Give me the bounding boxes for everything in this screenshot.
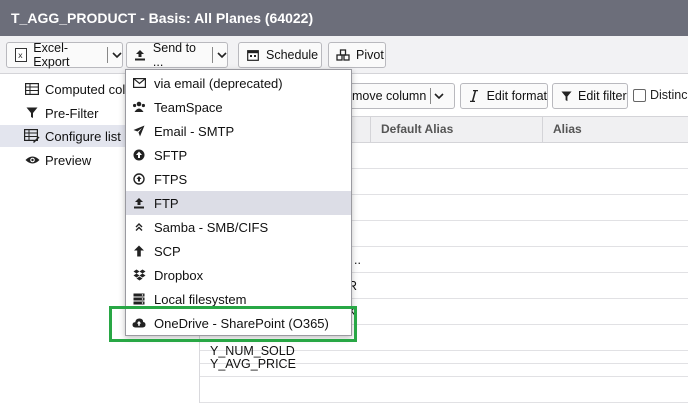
edit-format-label: Edit format (486, 89, 547, 103)
edit-format-button[interactable]: Edit format (460, 83, 548, 109)
send-to-menu: via email (deprecated) TeamSpace Email -… (125, 69, 352, 336)
table-icon (24, 83, 40, 95)
pivot-button[interactable]: Pivot (328, 42, 386, 68)
schedule-label: Schedule (266, 48, 319, 62)
circle-arrow-up-outline-icon (132, 173, 146, 185)
menu-item-label: Local filesystem (154, 291, 247, 307)
table-row[interactable]: Y_AVG_PRICE (200, 351, 688, 377)
remove-column-button[interactable]: emove column (340, 83, 455, 109)
menu-item-onedrive-sharepoint[interactable]: OneDrive - SharePoint (O365) (126, 311, 351, 335)
menu-item-label: via email (deprecated) (154, 75, 283, 91)
server-icon (132, 293, 146, 305)
italic-icon (467, 90, 481, 102)
menu-item-label: SCP (154, 243, 181, 259)
menu-item-via-email[interactable]: via email (deprecated) (126, 71, 351, 95)
distinct-label: Distinc (650, 88, 688, 102)
table-edit-icon (24, 129, 40, 143)
menu-item-label: OneDrive - SharePoint (O365) (154, 315, 329, 331)
menu-item-scp[interactable]: SCP (126, 239, 351, 263)
menu-item-label: FTP (154, 195, 179, 211)
edit-filter-label: Edit filter (578, 89, 627, 103)
cloud-upload-icon (132, 318, 146, 328)
svg-text:x: x (18, 51, 23, 60)
eye-icon (24, 155, 40, 165)
users-icon (132, 101, 146, 113)
menu-item-samba[interactable]: Samba - SMB/CIFS (126, 215, 351, 239)
sidebar-item-label: Computed col (45, 81, 126, 97)
menu-item-label: SFTP (154, 147, 188, 163)
send-to-button[interactable]: Send to ... (126, 41, 228, 69)
distinct-checkbox-group[interactable]: Distinc (633, 88, 688, 102)
upload-icon (132, 197, 146, 209)
calendar-icon (245, 49, 261, 61)
arrow-up-icon (132, 245, 146, 257)
column-header-default-alias[interactable]: Default Alias (370, 117, 542, 142)
menu-item-label: Samba - SMB/CIFS (154, 219, 269, 235)
excel-export-label: Excel-Export (33, 41, 70, 69)
chevron-down-icon[interactable] (107, 47, 122, 63)
menu-item-label: Dropbox (154, 267, 204, 283)
column-header-alias[interactable]: Alias (542, 117, 688, 142)
chevron-down-icon[interactable] (430, 88, 444, 104)
paper-plane-icon (132, 125, 146, 137)
envelope-icon (132, 78, 146, 88)
remove-column-label: emove column (345, 89, 427, 103)
pivot-label: Pivot (356, 48, 384, 62)
sidebar-item-label: Pre-Filter (45, 105, 99, 121)
menu-item-label: Email - SMTP (154, 123, 235, 139)
chevron-down-icon[interactable] (212, 47, 227, 63)
menu-item-dropbox[interactable]: Dropbox (126, 263, 351, 287)
double-chevron-up-icon (132, 222, 146, 232)
edit-filter-button[interactable]: Edit filter (552, 83, 628, 109)
dropbox-icon (132, 269, 146, 281)
sidebar-item-label: Preview (45, 152, 92, 168)
table-row[interactable] (200, 377, 688, 403)
filter-icon (560, 90, 572, 102)
filter-icon (24, 107, 40, 119)
upload-icon (133, 49, 148, 61)
window-title: T_AGG_PRODUCT - Basis: All Planes (64022… (0, 0, 688, 36)
schedule-button[interactable]: Schedule (238, 42, 322, 68)
menu-item-sftp[interactable]: SFTP (126, 143, 351, 167)
menu-item-teamspace[interactable]: TeamSpace (126, 95, 351, 119)
menu-item-ftps[interactable]: FTPS (126, 167, 351, 191)
menu-item-label: FTPS (154, 171, 188, 187)
menu-item-label: TeamSpace (154, 99, 223, 115)
excel-export-button[interactable]: x Excel-Export (6, 41, 123, 69)
menu-item-email-smtp[interactable]: Email - SMTP (126, 119, 351, 143)
sidebar-item-label: Configure list (45, 128, 121, 144)
circle-arrow-up-icon (132, 149, 146, 161)
menu-item-ftp[interactable]: FTP (126, 191, 351, 215)
excel-file-icon: x (13, 48, 28, 62)
distinct-checkbox[interactable] (633, 88, 646, 102)
send-to-label: Send to ... (152, 41, 196, 69)
menu-item-local-filesystem[interactable]: Local filesystem (126, 287, 351, 311)
cubes-icon (335, 49, 351, 61)
